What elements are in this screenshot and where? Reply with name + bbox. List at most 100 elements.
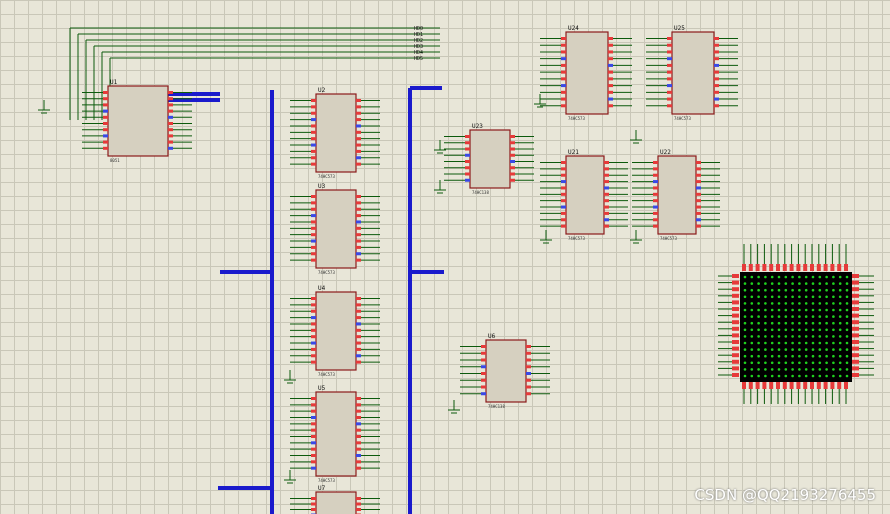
led-dot xyxy=(770,374,774,378)
pin xyxy=(608,104,613,108)
pin xyxy=(526,378,531,382)
pin xyxy=(696,211,701,215)
pin xyxy=(604,173,609,177)
pin xyxy=(311,466,316,470)
chip-u24[interactable] xyxy=(565,31,609,115)
chip-u25[interactable] xyxy=(671,31,715,115)
pin xyxy=(696,218,701,222)
chip-part: 74HC573 xyxy=(674,116,691,121)
pin xyxy=(852,373,859,377)
pin xyxy=(356,454,361,457)
pin xyxy=(356,416,361,419)
led-dot xyxy=(838,308,842,312)
led-dot xyxy=(750,348,754,351)
chip-u4[interactable] xyxy=(315,291,357,371)
pin xyxy=(667,63,672,67)
pin xyxy=(356,214,361,218)
pin xyxy=(696,186,701,190)
led-dot xyxy=(818,328,822,332)
led-dot xyxy=(811,335,815,338)
pin xyxy=(356,316,361,320)
chip-u6[interactable] xyxy=(485,339,527,403)
led-dot xyxy=(838,288,842,292)
pin xyxy=(356,118,361,122)
pin xyxy=(653,161,658,164)
led-dot xyxy=(777,321,781,325)
pin xyxy=(732,326,739,331)
chip-u22[interactable] xyxy=(657,155,697,235)
pin xyxy=(311,149,316,153)
chip-u21[interactable] xyxy=(565,155,605,235)
led-dot xyxy=(757,341,760,345)
pin xyxy=(837,264,842,271)
led-dot xyxy=(838,328,842,332)
led-dot xyxy=(784,302,788,305)
pin xyxy=(748,264,753,271)
led-dot xyxy=(764,321,767,325)
pin xyxy=(356,347,361,351)
chip-u23[interactable] xyxy=(469,129,511,189)
pin xyxy=(356,239,361,243)
chip-u5[interactable] xyxy=(315,391,357,477)
led-dot xyxy=(743,315,747,318)
pin xyxy=(714,57,719,61)
pin xyxy=(481,392,486,396)
pin xyxy=(732,287,739,292)
chip-ref: U2 xyxy=(318,87,326,94)
chip-u1[interactable] xyxy=(107,85,169,157)
pin xyxy=(714,77,719,81)
led-dot xyxy=(832,308,835,312)
led-dot xyxy=(743,308,747,312)
led-dot xyxy=(832,335,835,338)
chip-u2[interactable] xyxy=(315,93,357,173)
led-dot xyxy=(777,354,781,358)
led-dot xyxy=(838,374,842,378)
led-dot xyxy=(838,282,842,285)
led-dot xyxy=(750,341,754,345)
pin xyxy=(604,218,609,222)
pin xyxy=(852,307,859,311)
led-dot xyxy=(832,275,835,279)
led-dot xyxy=(811,308,815,312)
chip-part: 74HC138 xyxy=(488,404,505,409)
pin xyxy=(803,264,808,271)
schematic-canvas[interactable]: HD0 HD1 HD2 HD3 HD4 HD5 U1 8051 U2 74HC573 U3 74HC5… xyxy=(0,0,890,514)
pin xyxy=(755,382,760,389)
pin xyxy=(311,220,316,224)
led-dot xyxy=(832,341,835,345)
led-dot xyxy=(770,328,774,332)
led-dot xyxy=(777,302,781,305)
led-dot xyxy=(750,374,754,378)
pin xyxy=(356,403,361,407)
pin xyxy=(311,316,316,320)
pin xyxy=(816,264,821,271)
led-dot xyxy=(811,288,815,292)
pin xyxy=(830,264,835,271)
pin xyxy=(510,135,515,138)
pin xyxy=(667,84,672,88)
led-dot xyxy=(804,282,808,285)
pin xyxy=(732,346,739,351)
pin xyxy=(782,264,787,271)
pin xyxy=(356,297,361,300)
pin xyxy=(465,166,470,170)
led-dot xyxy=(798,295,801,299)
pin xyxy=(852,313,859,318)
chip-u3[interactable] xyxy=(315,189,357,269)
led-dot xyxy=(798,275,801,279)
pin xyxy=(356,137,361,141)
pin xyxy=(732,366,739,371)
led-dot xyxy=(845,302,849,305)
pin xyxy=(762,264,767,271)
pin xyxy=(168,97,173,101)
led-dot xyxy=(791,361,794,365)
chip-u7[interactable] xyxy=(315,491,357,514)
chip-ref: U4 xyxy=(318,285,326,292)
pin xyxy=(755,264,760,271)
led-dot xyxy=(818,341,822,345)
pin xyxy=(311,99,316,102)
pin xyxy=(356,258,361,262)
pin xyxy=(356,252,361,256)
pin xyxy=(168,146,173,150)
led-dot xyxy=(750,302,754,305)
